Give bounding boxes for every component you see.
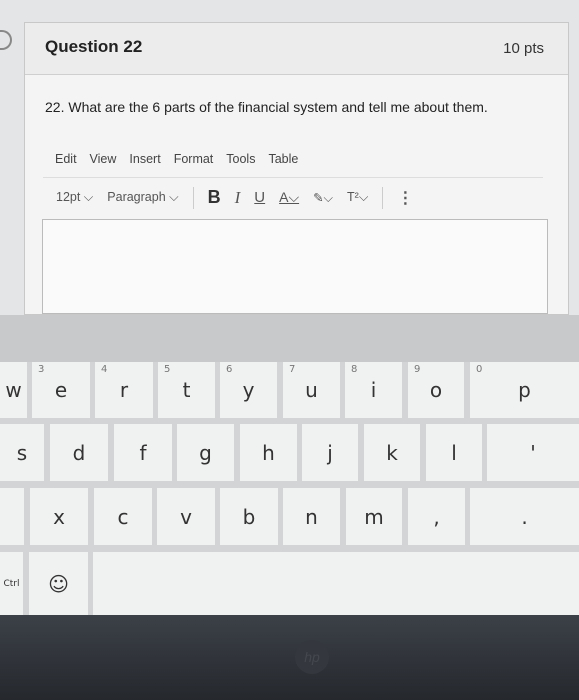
key-i[interactable]: i8 (345, 362, 402, 418)
key-label: w (5, 378, 22, 402)
menu-table[interactable]: Table (268, 152, 298, 166)
italic-button[interactable]: I (235, 188, 241, 208)
question-text: 22. What are the 6 parts of the financia… (45, 99, 488, 115)
key-4[interactable]: h (240, 424, 297, 481)
key-number: 0 (476, 364, 483, 375)
key-2[interactable]: c (94, 488, 152, 545)
browser-page: Question 22 10 pts 22. What are the 6 pa… (0, 0, 579, 315)
key-6[interactable]: k (364, 424, 420, 481)
superscript-button[interactable]: T²⌵ (347, 190, 368, 205)
answer-editor[interactable] (42, 219, 548, 314)
key-label: . (521, 504, 528, 529)
key-label: n (305, 504, 318, 529)
key-p[interactable]: p0 (470, 362, 579, 418)
key-label: x (53, 504, 65, 529)
key-5[interactable]: j (302, 424, 358, 481)
key-number: 7 (289, 364, 296, 375)
key-label: d (72, 440, 86, 465)
key-0[interactable]: s (0, 424, 44, 481)
question-title: Question 22 (45, 37, 143, 56)
space-key[interactable] (93, 552, 579, 615)
question-header: Question 22 10 pts (25, 23, 568, 75)
emoji-key[interactable]: ☺ (29, 552, 88, 615)
highlight-color-button[interactable]: ✎⌵ (313, 190, 333, 206)
keyboard-top-bar (0, 315, 579, 362)
toolbar-divider (382, 186, 384, 209)
key-1[interactable]: x (30, 488, 88, 545)
editor-menubar: Edit View Insert Format Tools Table (55, 152, 298, 166)
menu-insert[interactable]: Insert (129, 152, 160, 166)
underline-button[interactable]: U (254, 189, 265, 206)
key-1[interactable]: d (50, 424, 108, 481)
key-3[interactable]: v (157, 488, 215, 545)
key-8[interactable]: ' (487, 424, 579, 481)
key-label: j (327, 440, 333, 465)
font-size-select[interactable]: 12pt ⌵ (56, 190, 93, 205)
key-label: u (305, 378, 318, 402)
key-u[interactable]: u7 (283, 362, 340, 418)
key-label: Ctrl (3, 578, 20, 589)
key-0[interactable] (0, 488, 24, 545)
key-2[interactable]: f (114, 424, 172, 481)
key-number: 5 (164, 364, 171, 375)
key-o[interactable]: o9 (408, 362, 464, 418)
key-4[interactable]: b (220, 488, 278, 545)
collapse-arrow-icon[interactable] (0, 30, 12, 50)
key-label: t (182, 378, 191, 402)
touch-keyboard: w e 3 r 4 t 5 y 6 u 7 i 8 o 9 p 0 s d f g h j k l ' x c v b n m,. Ctrl ☺ (0, 362, 579, 615)
menu-view[interactable]: View (90, 152, 117, 166)
key-label: h (262, 440, 275, 465)
key-5[interactable]: n (283, 488, 340, 545)
key-e[interactable]: e3 (32, 362, 90, 418)
key-label: s (16, 440, 28, 465)
key-label: c (117, 504, 129, 529)
toolbar-divider (192, 186, 194, 209)
key-label: y (242, 378, 255, 402)
key-label: b (242, 504, 256, 529)
key-t[interactable]: t5 (158, 362, 215, 418)
key-8[interactable]: . (470, 488, 579, 545)
more-options-icon[interactable]: ⋮ (397, 188, 413, 208)
key-label: m (364, 504, 384, 529)
text-color-button[interactable]: A⌵ (279, 189, 299, 206)
ctrl-key[interactable]: Ctrl (0, 552, 23, 615)
question-card: Question 22 10 pts 22. What are the 6 pa… (24, 22, 569, 315)
key-6[interactable]: m (346, 488, 402, 545)
key-7[interactable]: , (408, 488, 465, 545)
key-label: v (180, 504, 192, 529)
key-label: ☺ (48, 571, 69, 596)
block-format-select[interactable]: Paragraph ⌵ (107, 190, 178, 205)
menu-edit[interactable]: Edit (55, 152, 77, 166)
key-label: l (451, 440, 457, 465)
key-7[interactable]: l (426, 424, 482, 481)
key-label: ' (530, 440, 536, 465)
key-y[interactable]: y6 (220, 362, 277, 418)
laptop-bezel (0, 615, 579, 700)
key-number: 8 (351, 364, 358, 375)
key-label: g (199, 440, 212, 465)
key-label: e (54, 378, 68, 402)
key-r[interactable]: r4 (95, 362, 153, 418)
key-number: 9 (414, 364, 421, 375)
key-label: o (429, 378, 443, 402)
menu-tools[interactable]: Tools (226, 152, 255, 166)
editor-toolbar: 12pt ⌵ Paragraph ⌵ B I U A⌵ ✎⌵ T²⌵ ⋮ (43, 177, 543, 217)
key-label: k (386, 440, 398, 465)
key-label: i (370, 378, 377, 402)
question-points: 10 pts (503, 40, 544, 57)
bold-button[interactable]: B (208, 187, 221, 208)
key-number: 6 (226, 364, 233, 375)
key-label: p (518, 378, 531, 402)
key-label: r (119, 378, 129, 402)
key-number: 4 (101, 364, 108, 375)
hp-logo: hp (295, 640, 329, 674)
key-label: f (139, 440, 147, 465)
key-number: 3 (38, 364, 45, 375)
key-w[interactable]: w (0, 362, 27, 418)
menu-format[interactable]: Format (174, 152, 214, 166)
key-3[interactable]: g (177, 424, 234, 481)
key-label: , (433, 504, 440, 529)
